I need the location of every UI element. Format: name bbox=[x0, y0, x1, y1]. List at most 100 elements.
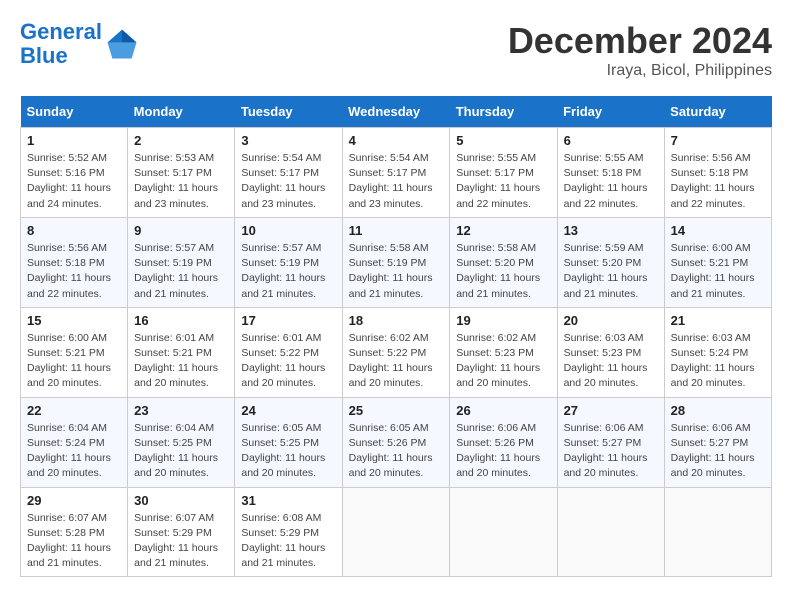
calendar-cell: 5 Sunrise: 5:55 AM Sunset: 5:17 PM Daylig… bbox=[450, 128, 557, 218]
day-number: 25 bbox=[349, 403, 444, 418]
day-info: Sunrise: 6:00 AM Sunset: 5:21 PM Dayligh… bbox=[671, 241, 765, 302]
day-number: 20 bbox=[564, 313, 658, 328]
day-number: 29 bbox=[27, 493, 121, 508]
calendar-week-4: 22Sunrise: 6:04 AM Sunset: 5:24 PM Dayli… bbox=[21, 397, 772, 487]
day-number: 8 bbox=[27, 223, 121, 238]
calendar-cell: 4 Sunrise: 5:54 AM Sunset: 5:17 PM Daylig… bbox=[342, 128, 450, 218]
calendar-cell: 30 Sunrise: 6:07 AM Sunset: 5:29 PM Dayli… bbox=[128, 487, 235, 577]
day-info: Sunrise: 6:04 AM Sunset: 5:25 PM Dayligh… bbox=[134, 421, 228, 482]
calendar-cell: 29 Sunrise: 6:07 AM Sunset: 5:28 PM Dayli… bbox=[21, 487, 128, 577]
day-info: Sunrise: 6:01 AM Sunset: 5:21 PM Dayligh… bbox=[134, 331, 228, 392]
logo-icon bbox=[106, 28, 138, 60]
day-number: 2 bbox=[134, 133, 228, 148]
day-info: Sunrise: 5:54 AM Sunset: 5:17 PM Dayligh… bbox=[349, 151, 444, 212]
weekday-sunday: Sunday bbox=[21, 96, 128, 128]
calendar-cell: 6Sunrise: 5:55 AM Sunset: 5:18 PM Daylig… bbox=[557, 128, 664, 218]
day-number: 7 bbox=[671, 133, 765, 148]
day-number: 15 bbox=[27, 313, 121, 328]
day-number: 14 bbox=[671, 223, 765, 238]
calendar-cell: 31 Sunrise: 6:08 AM Sunset: 5:29 PM Dayli… bbox=[235, 487, 342, 577]
calendar-cell: 25 Sunrise: 6:05 AM Sunset: 5:26 PM Dayli… bbox=[342, 397, 450, 487]
calendar-cell: 8 Sunrise: 5:56 AM Sunset: 5:18 PM Daylig… bbox=[21, 217, 128, 307]
calendar-cell bbox=[557, 487, 664, 577]
calendar-cell: 22Sunrise: 6:04 AM Sunset: 5:24 PM Dayli… bbox=[21, 397, 128, 487]
day-info: Sunrise: 5:52 AM Sunset: 5:16 PM Dayligh… bbox=[27, 151, 121, 212]
day-number: 31 bbox=[241, 493, 335, 508]
calendar-cell: 28 Sunrise: 6:06 AM Sunset: 5:27 PM Dayli… bbox=[664, 397, 771, 487]
weekday-tuesday: Tuesday bbox=[235, 96, 342, 128]
calendar-cell bbox=[664, 487, 771, 577]
day-number: 16 bbox=[134, 313, 228, 328]
day-info: Sunrise: 5:59 AM Sunset: 5:20 PM Dayligh… bbox=[564, 241, 658, 302]
day-info: Sunrise: 6:02 AM Sunset: 5:22 PM Dayligh… bbox=[349, 331, 444, 392]
page-header: GeneralBlue December 2024 Iraya, Bicol, … bbox=[20, 20, 772, 80]
calendar-week-2: 8 Sunrise: 5:56 AM Sunset: 5:18 PM Daylig… bbox=[21, 217, 772, 307]
day-number: 5 bbox=[456, 133, 550, 148]
title-area: December 2024 Iraya, Bicol, Philippines bbox=[508, 20, 772, 80]
day-info: Sunrise: 5:57 AM Sunset: 5:19 PM Dayligh… bbox=[241, 241, 335, 302]
day-number: 1 bbox=[27, 133, 121, 148]
location-title: Iraya, Bicol, Philippines bbox=[508, 62, 772, 80]
day-info: Sunrise: 6:06 AM Sunset: 5:27 PM Dayligh… bbox=[564, 421, 658, 482]
day-info: Sunrise: 5:55 AM Sunset: 5:17 PM Dayligh… bbox=[456, 151, 550, 212]
day-info: Sunrise: 6:07 AM Sunset: 5:29 PM Dayligh… bbox=[134, 511, 228, 572]
day-info: Sunrise: 6:05 AM Sunset: 5:26 PM Dayligh… bbox=[349, 421, 444, 482]
calendar-cell: 12Sunrise: 5:58 AM Sunset: 5:20 PM Dayli… bbox=[450, 217, 557, 307]
day-info: Sunrise: 6:06 AM Sunset: 5:27 PM Dayligh… bbox=[671, 421, 765, 482]
calendar-cell: 7Sunrise: 5:56 AM Sunset: 5:18 PM Daylig… bbox=[664, 128, 771, 218]
day-info: Sunrise: 6:05 AM Sunset: 5:25 PM Dayligh… bbox=[241, 421, 335, 482]
logo-text: GeneralBlue bbox=[20, 20, 102, 68]
day-info: Sunrise: 6:03 AM Sunset: 5:24 PM Dayligh… bbox=[671, 331, 765, 392]
day-number: 27 bbox=[564, 403, 658, 418]
day-info: Sunrise: 6:06 AM Sunset: 5:26 PM Dayligh… bbox=[456, 421, 550, 482]
logo: GeneralBlue bbox=[20, 20, 138, 68]
calendar-cell: 17 Sunrise: 6:01 AM Sunset: 5:22 PM Dayli… bbox=[235, 307, 342, 397]
day-number: 22 bbox=[27, 403, 121, 418]
day-number: 9 bbox=[134, 223, 228, 238]
calendar-cell: 15 Sunrise: 6:00 AM Sunset: 5:21 PM Dayli… bbox=[21, 307, 128, 397]
day-number: 11 bbox=[349, 223, 444, 238]
calendar-cell bbox=[450, 487, 557, 577]
day-info: Sunrise: 6:07 AM Sunset: 5:28 PM Dayligh… bbox=[27, 511, 121, 572]
weekday-header-row: SundayMondayTuesdayWednesdayThursdayFrid… bbox=[21, 96, 772, 128]
calendar-cell: 19Sunrise: 6:02 AM Sunset: 5:23 PM Dayli… bbox=[450, 307, 557, 397]
day-number: 12 bbox=[456, 223, 550, 238]
day-number: 4 bbox=[349, 133, 444, 148]
day-number: 13 bbox=[564, 223, 658, 238]
calendar-cell bbox=[342, 487, 450, 577]
calendar-week-1: 1 Sunrise: 5:52 AM Sunset: 5:16 PM Daylig… bbox=[21, 128, 772, 218]
day-info: Sunrise: 5:58 AM Sunset: 5:19 PM Dayligh… bbox=[349, 241, 444, 302]
day-number: 18 bbox=[349, 313, 444, 328]
calendar-cell: 16 Sunrise: 6:01 AM Sunset: 5:21 PM Dayli… bbox=[128, 307, 235, 397]
day-info: Sunrise: 6:08 AM Sunset: 5:29 PM Dayligh… bbox=[241, 511, 335, 572]
calendar-cell: 2 Sunrise: 5:53 AM Sunset: 5:17 PM Daylig… bbox=[128, 128, 235, 218]
day-number: 24 bbox=[241, 403, 335, 418]
calendar-cell: 23 Sunrise: 6:04 AM Sunset: 5:25 PM Dayli… bbox=[128, 397, 235, 487]
calendar-cell: 20 Sunrise: 6:03 AM Sunset: 5:23 PM Dayli… bbox=[557, 307, 664, 397]
calendar-table: SundayMondayTuesdayWednesdayThursdayFrid… bbox=[20, 96, 772, 577]
calendar-body: 1 Sunrise: 5:52 AM Sunset: 5:16 PM Daylig… bbox=[21, 128, 772, 577]
calendar-cell: 9Sunrise: 5:57 AM Sunset: 5:19 PM Daylig… bbox=[128, 217, 235, 307]
calendar-week-3: 15 Sunrise: 6:00 AM Sunset: 5:21 PM Dayli… bbox=[21, 307, 772, 397]
day-info: Sunrise: 6:00 AM Sunset: 5:21 PM Dayligh… bbox=[27, 331, 121, 392]
day-number: 17 bbox=[241, 313, 335, 328]
weekday-thursday: Thursday bbox=[450, 96, 557, 128]
day-info: Sunrise: 6:03 AM Sunset: 5:23 PM Dayligh… bbox=[564, 331, 658, 392]
day-number: 23 bbox=[134, 403, 228, 418]
day-info: Sunrise: 6:01 AM Sunset: 5:22 PM Dayligh… bbox=[241, 331, 335, 392]
day-number: 6 bbox=[564, 133, 658, 148]
day-info: Sunrise: 5:56 AM Sunset: 5:18 PM Dayligh… bbox=[27, 241, 121, 302]
weekday-monday: Monday bbox=[128, 96, 235, 128]
weekday-wednesday: Wednesday bbox=[342, 96, 450, 128]
calendar-cell: 11 Sunrise: 5:58 AM Sunset: 5:19 PM Dayli… bbox=[342, 217, 450, 307]
calendar-cell: 10 Sunrise: 5:57 AM Sunset: 5:19 PM Dayli… bbox=[235, 217, 342, 307]
day-number: 28 bbox=[671, 403, 765, 418]
day-number: 30 bbox=[134, 493, 228, 508]
month-title: December 2024 bbox=[508, 20, 772, 62]
day-info: Sunrise: 6:02 AM Sunset: 5:23 PM Dayligh… bbox=[456, 331, 550, 392]
calendar-cell: 3Sunrise: 5:54 AM Sunset: 5:17 PM Daylig… bbox=[235, 128, 342, 218]
day-info: Sunrise: 5:53 AM Sunset: 5:17 PM Dayligh… bbox=[134, 151, 228, 212]
day-number: 10 bbox=[241, 223, 335, 238]
day-number: 21 bbox=[671, 313, 765, 328]
weekday-friday: Friday bbox=[557, 96, 664, 128]
